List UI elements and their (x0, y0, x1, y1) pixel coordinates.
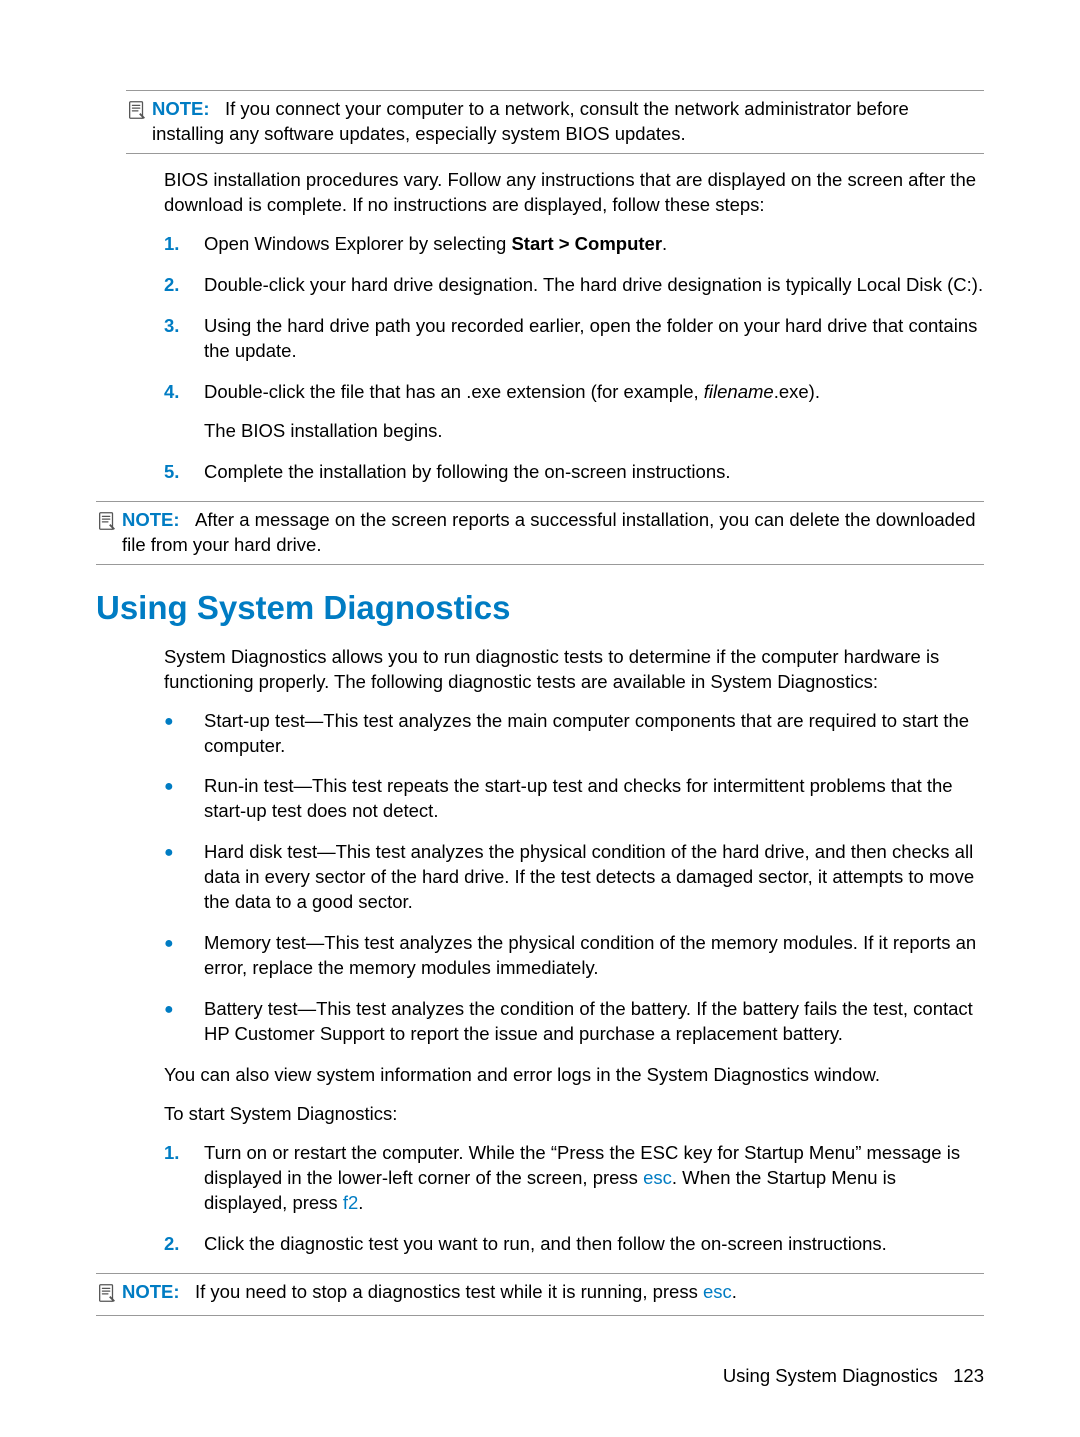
paragraph: System Diagnostics allows you to run dia… (164, 645, 984, 695)
note-icon (96, 1280, 122, 1309)
page-number: 123 (953, 1365, 984, 1386)
list-number: 1. (164, 232, 204, 257)
note-text: NOTE: After a message on the screen repo… (122, 508, 984, 558)
note-icon (96, 508, 122, 537)
list-item: ● Start-up test—This test analyzes the m… (164, 709, 984, 759)
list-number: 3. (164, 314, 204, 364)
list-item: 3. Using the hard drive path you recorde… (164, 314, 984, 364)
list-item: 2. Double-click your hard drive designat… (164, 273, 984, 298)
page-footer: Using System Diagnostics 123 (723, 1365, 984, 1387)
list-number: 4. (164, 380, 204, 444)
list-content: Run-in test—This test repeats the start-… (204, 774, 984, 824)
list-content: Turn on or restart the computer. While t… (204, 1141, 984, 1216)
bullet-icon: ● (164, 840, 204, 915)
paragraph: You can also view system information and… (164, 1063, 984, 1088)
bullet-icon: ● (164, 709, 204, 759)
note-key: esc (703, 1281, 732, 1302)
heading-diagnostics: Using System Diagnostics (96, 589, 984, 627)
bullet-list: ● Start-up test—This test analyzes the m… (164, 709, 984, 1048)
ordered-list: 1. Open Windows Explorer by selecting St… (164, 232, 984, 485)
list-item: ● Hard disk test—This test analyzes the … (164, 840, 984, 915)
list-item: ● Memory test—This test analyzes the phy… (164, 931, 984, 981)
list-item: ● Run-in test—This test repeats the star… (164, 774, 984, 824)
list-content: Start-up test—This test analyzes the mai… (204, 709, 984, 759)
list-content: Click the diagnostic test you want to ru… (204, 1232, 984, 1257)
note-body: If you connect your computer to a networ… (152, 98, 909, 144)
list-content: Hard disk test—This test analyzes the ph… (204, 840, 984, 915)
list-number: 5. (164, 460, 204, 485)
list-item: ● Battery test—This test analyzes the co… (164, 997, 984, 1047)
note-box: NOTE: After a message on the screen repo… (96, 501, 984, 565)
paragraph: BIOS installation procedures vary. Follo… (164, 168, 984, 218)
list-content: Battery test—This test analyzes the cond… (204, 997, 984, 1047)
footer-text: Using System Diagnostics (723, 1365, 938, 1386)
bullet-icon: ● (164, 997, 204, 1047)
note-text: NOTE: If you connect your computer to a … (152, 97, 984, 147)
list-content: Double-click the file that has an .exe e… (204, 380, 984, 444)
note-label: NOTE: (122, 1281, 180, 1302)
list-number: 1. (164, 1141, 204, 1216)
list-content: Double-click your hard drive designation… (204, 273, 984, 298)
list-item: 1. Turn on or restart the computer. Whil… (164, 1141, 984, 1216)
note-label: NOTE: (122, 509, 180, 530)
list-number: 2. (164, 1232, 204, 1257)
document-page: NOTE: If you connect your computer to a … (0, 0, 1080, 1437)
note-icon (126, 97, 152, 126)
list-content: Open Windows Explorer by selecting Start… (204, 232, 984, 257)
ordered-list: 1. Turn on or restart the computer. Whil… (164, 1141, 984, 1257)
list-content: Memory test—This test analyzes the physi… (204, 931, 984, 981)
list-item: 4. Double-click the file that has an .ex… (164, 380, 984, 444)
list-content: Complete the installation by following t… (204, 460, 984, 485)
note-box: NOTE: If you need to stop a diagnostics … (96, 1273, 984, 1316)
note-text: NOTE: If you need to stop a diagnostics … (122, 1280, 984, 1305)
list-number: 2. (164, 273, 204, 298)
note-box: NOTE: If you connect your computer to a … (126, 90, 984, 154)
paragraph: To start System Diagnostics: (164, 1102, 984, 1127)
note-body-a: If you need to stop a diagnostics test w… (195, 1281, 703, 1302)
note-body-b: . (732, 1281, 737, 1302)
list-item: 5. Complete the installation by followin… (164, 460, 984, 485)
note-label: NOTE: (152, 98, 210, 119)
bullet-icon: ● (164, 774, 204, 824)
bullet-icon: ● (164, 931, 204, 981)
list-item: 1. Open Windows Explorer by selecting St… (164, 232, 984, 257)
list-content: Using the hard drive path you recorded e… (204, 314, 984, 364)
list-item: 2. Click the diagnostic test you want to… (164, 1232, 984, 1257)
note-body: After a message on the screen reports a … (122, 509, 976, 555)
